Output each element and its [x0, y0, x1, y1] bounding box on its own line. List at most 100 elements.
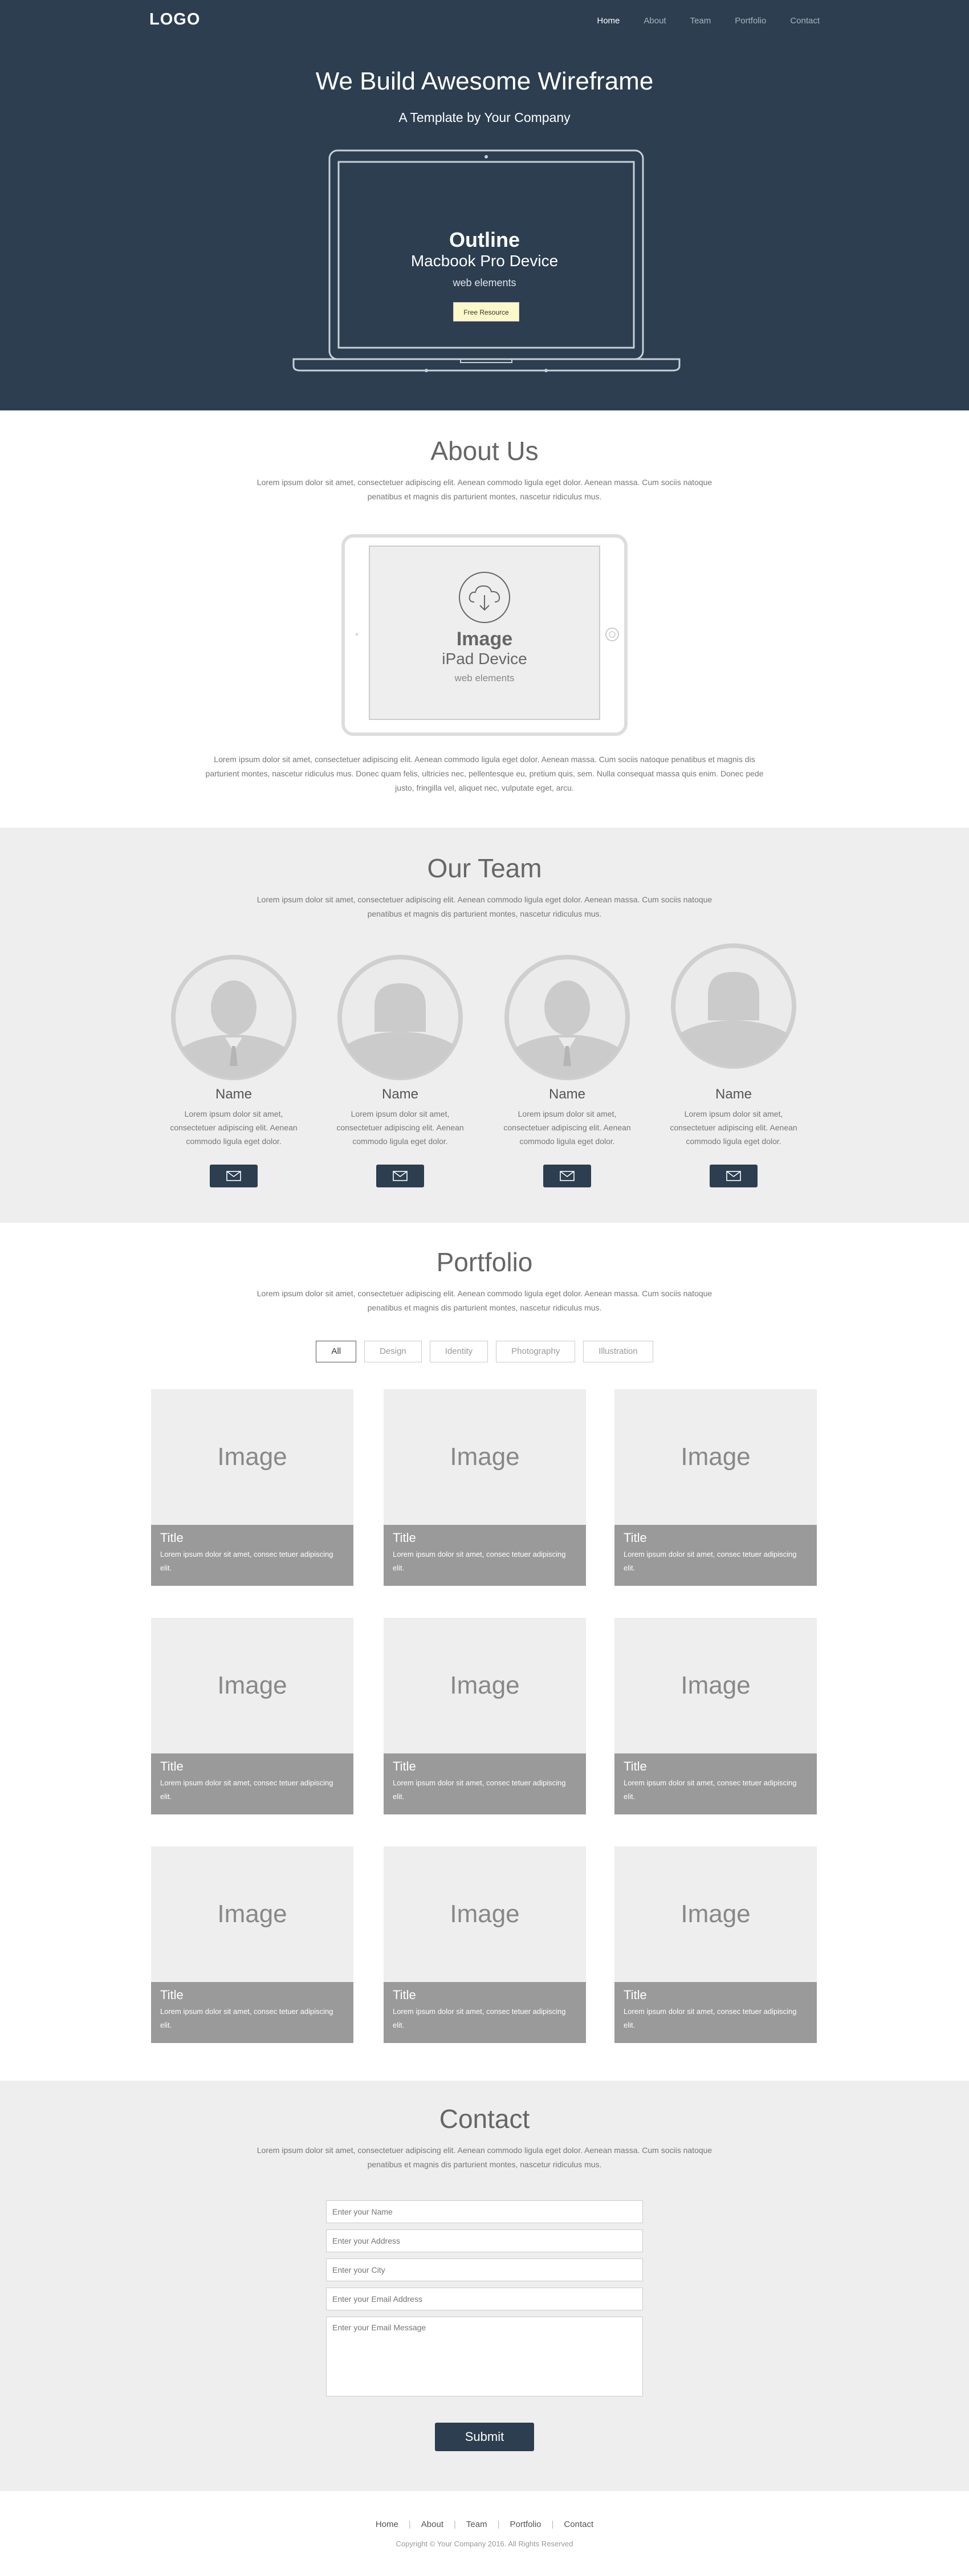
team-title: Our Team — [427, 853, 542, 883]
message-field[interactable] — [326, 2317, 643, 2396]
portfolio-description: Lorem ipsum dolor sit amet, consec tetue… — [160, 2007, 333, 2029]
member-description: Lorem ipsum dolor sit amet, consectetuer… — [670, 1109, 797, 1146]
member-name: Name — [715, 1086, 752, 1102]
portfolio-filters: All Design Identity Photography Illustra… — [0, 1341, 969, 1362]
portfolio-card[interactable]: Image Title Lorem ipsum dolor sit amet, co… — [614, 1618, 817, 1814]
portfolio-card[interactable]: Image Title Lorem ipsum dolor sit amet, co… — [151, 1389, 353, 1586]
portfolio-description: Lorem ipsum dolor sit amet, consec tetue… — [393, 2007, 566, 2029]
portfolio-title: Title — [393, 1531, 416, 1545]
envelope-icon — [393, 1171, 408, 1181]
footer-about[interactable]: About — [411, 2520, 454, 2529]
portfolio-description: Lorem ipsum dolor sit amet, consec tetue… — [160, 1779, 333, 1801]
footer-home[interactable]: Home — [365, 2520, 409, 2529]
submit-button[interactable]: Submit — [435, 2423, 534, 2451]
footer-team[interactable]: Team — [456, 2520, 498, 2529]
portfolio-image-placeholder: Image — [450, 1443, 520, 1471]
portfolio-caption: Title Lorem ipsum dolor sit amet, consec … — [151, 1525, 353, 1586]
portfolio-title: Title — [624, 1759, 647, 1773]
portfolio-title: Title — [624, 1531, 647, 1545]
portfolio-title: Title — [393, 1988, 416, 2002]
portfolio-caption: Title Lorem ipsum dolor sit amet, consec … — [384, 1753, 586, 1814]
portfolio-caption: Title Lorem ipsum dolor sit amet, consec … — [151, 1753, 353, 1814]
filter-photography[interactable]: Photography — [496, 1341, 576, 1362]
ipad-device: iPad Device — [442, 650, 527, 668]
portfolio-title: Title — [160, 1759, 184, 1773]
laptop-caption: web elements — [453, 277, 516, 288]
email-field[interactable] — [326, 2288, 643, 2310]
member-name: Name — [215, 1086, 253, 1102]
member-description: Lorem ipsum dolor sit amet, consectetuer… — [336, 1109, 464, 1146]
portfolio-description: Lorem ipsum dolor sit amet, consec tetue… — [624, 2007, 797, 2029]
portfolio-description: Lorem ipsum dolor sit amet, consec tetue… — [393, 1550, 566, 1572]
portfolio-caption: Title Lorem ipsum dolor sit amet, consec … — [614, 1982, 817, 2043]
portfolio-description: Lorem ipsum dolor sit amet, consec tetue… — [160, 1550, 333, 1572]
name-field[interactable] — [326, 2200, 643, 2223]
member-name: Name — [548, 1086, 586, 1102]
filter-identity[interactable]: Identity — [429, 1341, 488, 1362]
footer-nav: Home | About | Team | Portfolio | Contact — [0, 2520, 969, 2529]
portfolio-description: Lorem ipsum dolor sit amet, consec tetue… — [624, 1550, 797, 1572]
portfolio-image-placeholder: Image — [681, 1443, 751, 1471]
laptop-device: Macbook Pro Device — [410, 252, 559, 270]
about-section: About Us Lorem ipsum dolor sit amet, con… — [0, 410, 969, 828]
portfolio-card[interactable]: Image Title Lorem ipsum dolor sit amet, co… — [151, 1618, 353, 1814]
envelope-icon — [560, 1171, 575, 1181]
portfolio-image-placeholder: Image — [450, 1900, 520, 1928]
portfolio-title: Title — [624, 1988, 647, 2002]
member-avatar — [671, 943, 796, 1069]
footer-contact[interactable]: Contact — [553, 2520, 604, 2529]
contact-intro: Lorem ipsum dolor sit amet, consectetuer… — [256, 2146, 712, 2169]
portfolio-intro: Lorem ipsum dolor sit amet, consectetuer… — [256, 1289, 712, 1312]
portfolio-caption: Title Lorem ipsum dolor sit amet, consec … — [151, 1982, 353, 2043]
portfolio-title: Title — [160, 1988, 184, 2002]
free-resource-button[interactable]: Free Resource — [453, 302, 519, 322]
portfolio-card[interactable]: Image Title Lorem ipsum dolor sit amet, co… — [614, 1846, 817, 2043]
member-avatar — [504, 955, 630, 1080]
team-section: Our Team Lorem ipsum dolor sit amet, con… — [0, 828, 969, 1223]
ipad-heading: Image — [456, 628, 513, 650]
portfolio-card[interactable]: Image Title Lorem ipsum dolor sit amet, co… — [384, 1846, 586, 2043]
filter-all[interactable]: All — [316, 1341, 357, 1362]
portfolio-image-placeholder: Image — [217, 1443, 287, 1471]
team-member: Name Lorem ipsum dolor sit amet, consecte… — [665, 1081, 802, 1148]
filter-illustration[interactable]: Illustration — [583, 1341, 653, 1362]
envelope-icon — [726, 1171, 741, 1181]
portfolio-description: Lorem ipsum dolor sit amet, consec tetue… — [393, 1779, 566, 1801]
member-email-button[interactable] — [710, 1165, 758, 1187]
portfolio-title: Title — [393, 1759, 416, 1773]
member-avatar — [337, 955, 463, 1080]
footer-portfolio[interactable]: Portfolio — [499, 2520, 551, 2529]
member-email-button[interactable] — [543, 1165, 591, 1187]
portfolio-image-placeholder: Image — [450, 1671, 520, 1699]
portfolio-card[interactable]: Image Title Lorem ipsum dolor sit amet, co… — [614, 1389, 817, 1586]
member-email-button[interactable] — [210, 1165, 258, 1187]
portfolio-image-placeholder: Image — [217, 1900, 287, 1928]
portfolio-caption: Title Lorem ipsum dolor sit amet, consec … — [614, 1753, 817, 1814]
portfolio-caption: Title Lorem ipsum dolor sit amet, consec … — [384, 1982, 586, 2043]
portfolio-title: Portfolio — [436, 1247, 533, 1277]
member-description: Lorem ipsum dolor sit amet, consectetuer… — [503, 1109, 631, 1146]
laptop-heading: Outline — [449, 228, 520, 251]
portfolio-card[interactable]: Image Title Lorem ipsum dolor sit amet, co… — [151, 1846, 353, 2043]
laptop-outline-illustration — [292, 149, 681, 372]
team-member: Name Lorem ipsum dolor sit amet, consecte… — [165, 1081, 302, 1148]
portfolio-title: Title — [160, 1531, 184, 1545]
address-field[interactable] — [326, 2229, 643, 2252]
portfolio-card[interactable]: Image Title Lorem ipsum dolor sit amet, co… — [384, 1618, 586, 1814]
portfolio-image-placeholder: Image — [217, 1671, 287, 1699]
city-field[interactable] — [326, 2258, 643, 2281]
member-email-button[interactable] — [376, 1165, 424, 1187]
portfolio-caption: Title Lorem ipsum dolor sit amet, consec … — [384, 1525, 586, 1586]
team-member: Name Lorem ipsum dolor sit amet, consecte… — [332, 1081, 469, 1148]
envelope-icon — [226, 1171, 241, 1181]
copyright: Copyright © Your Company 2016. All Right… — [396, 2540, 573, 2548]
ipad-caption: web elements — [454, 673, 515, 683]
member-name: Name — [381, 1086, 419, 1102]
portfolio-description: Lorem ipsum dolor sit amet, consec tetue… — [624, 1779, 797, 1801]
about-body: Lorem ipsum dolor sit amet, consectetuer… — [205, 755, 764, 792]
portfolio-image-placeholder: Image — [681, 1671, 751, 1699]
filter-design[interactable]: Design — [364, 1341, 422, 1362]
member-description: Lorem ipsum dolor sit amet, consectetuer… — [170, 1109, 298, 1146]
portfolio-card[interactable]: Image Title Lorem ipsum dolor sit amet, co… — [384, 1389, 586, 1586]
cloud-download-icon — [459, 572, 510, 623]
